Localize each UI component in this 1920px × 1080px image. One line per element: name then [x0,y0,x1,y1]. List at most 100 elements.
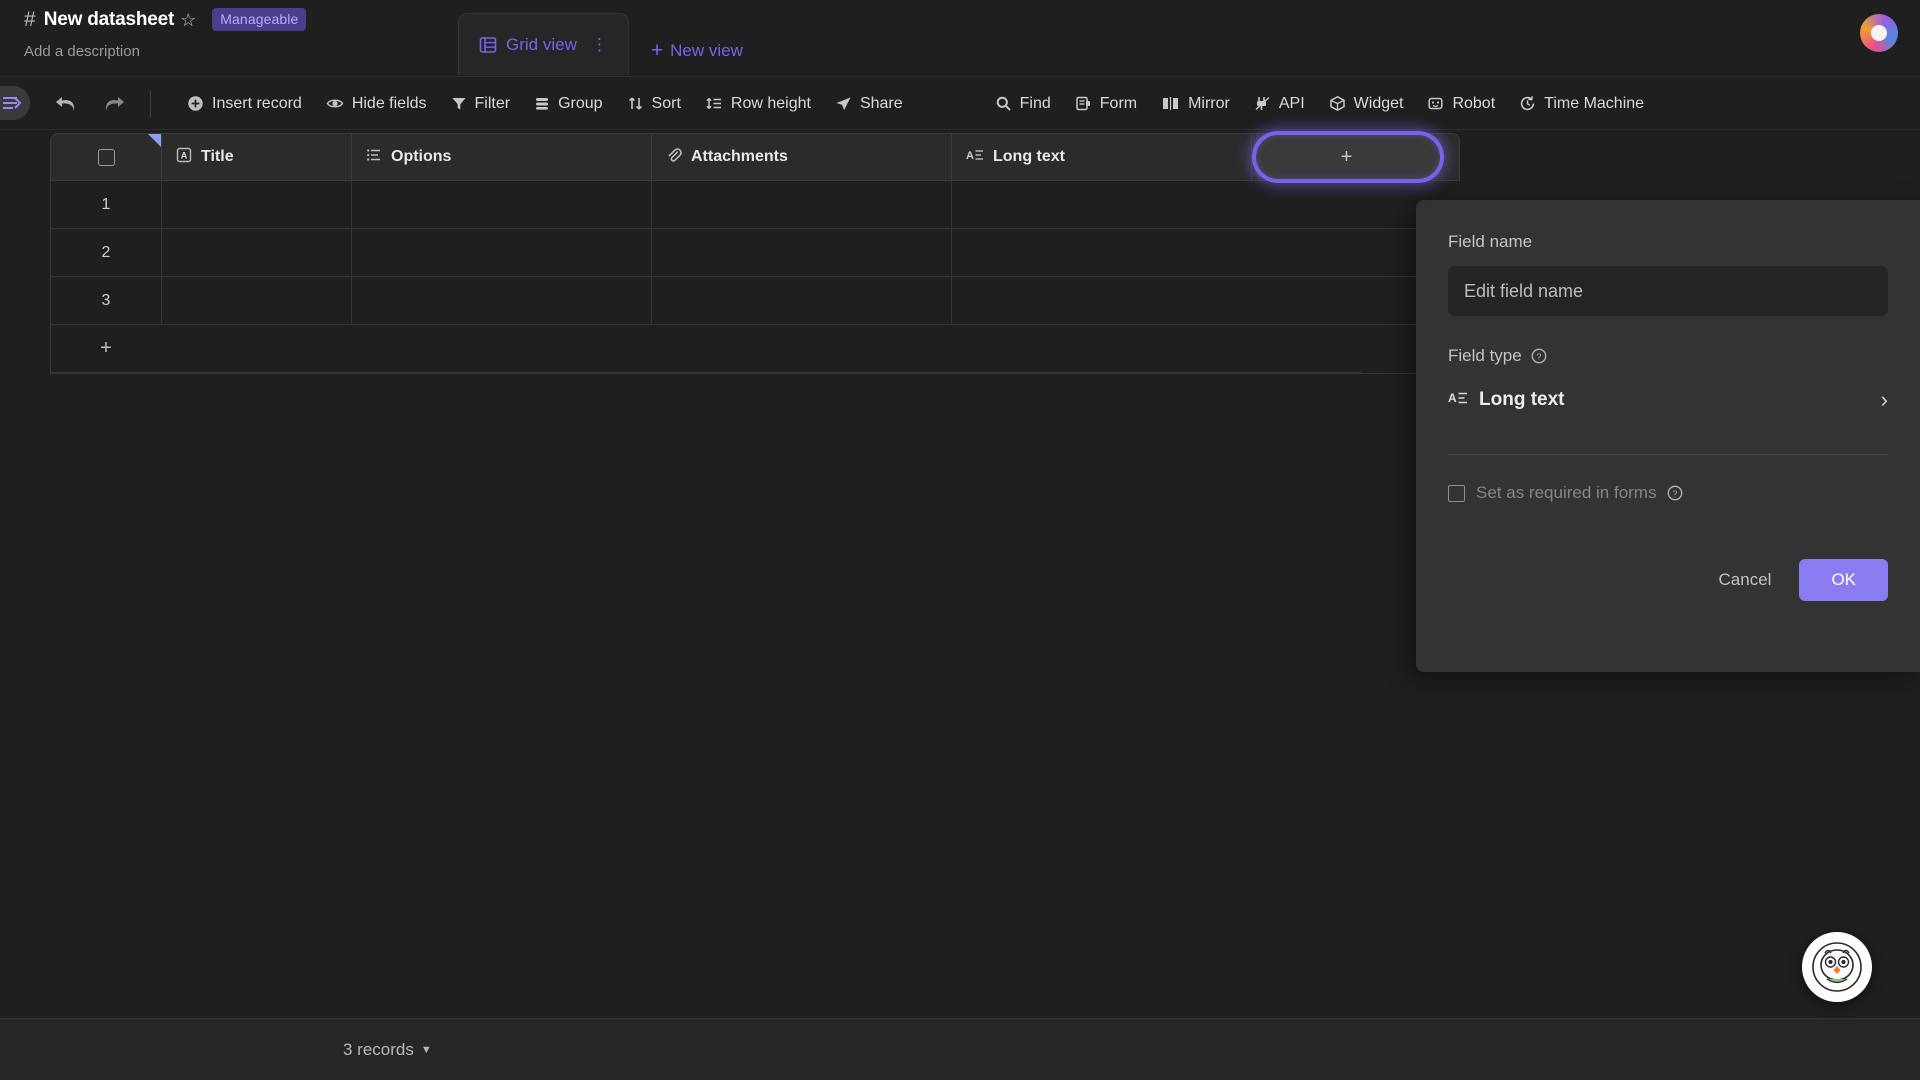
record-count[interactable]: 3 records ▼ [343,1040,432,1060]
ok-button[interactable]: OK [1799,559,1888,601]
avatar[interactable] [1860,14,1898,52]
plus-icon: + [650,39,664,62]
robot-button[interactable]: Robot [1415,90,1507,118]
search-icon [995,95,1012,112]
chevron-right-icon[interactable]: › [1881,389,1888,411]
cell-attachments[interactable] [651,181,951,228]
cell-options[interactable] [351,181,651,228]
group-button[interactable]: Group [522,90,614,118]
page-title[interactable]: New datasheet [44,9,175,31]
datasheet-title-row: # New datasheet ☆ Manageable [24,8,307,31]
column-header-options[interactable]: Options [351,134,651,180]
row-number: 2 [101,243,111,261]
eye-icon [326,95,344,112]
mirror-label: Mirror [1188,94,1230,112]
required-in-forms-row[interactable]: Set as required in forms ? [1448,483,1888,503]
cancel-button[interactable]: Cancel [1715,562,1776,598]
checkbox-icon[interactable] [97,148,115,166]
column-header-options-label: Options [391,148,452,165]
redo-icon[interactable] [102,93,124,115]
svg-text:A: A [1448,391,1457,405]
cell-long-text[interactable] [951,229,1251,276]
field-name-input[interactable] [1448,266,1888,316]
form-icon [1075,95,1092,112]
record-count-label: 3 records [343,1039,414,1059]
add-record-plus-icon[interactable]: + [51,337,161,360]
grid-view-icon [479,36,497,54]
api-plug-icon [1254,95,1271,112]
data-grid: A Title Options Attachments A Long text … [50,131,1460,374]
sort-icon [627,95,644,112]
star-icon[interactable]: ☆ [180,11,196,29]
checkbox-icon[interactable] [1448,484,1465,502]
share-label: Share [859,94,903,112]
grid-bottom-rule [50,373,1460,374]
help-icon[interactable]: ? [1667,485,1683,501]
help-icon[interactable]: ? [1531,348,1547,364]
filter-button[interactable]: Filter [439,90,523,118]
datasheet-description[interactable]: Add a description [24,43,140,60]
group-label: Group [558,94,603,112]
time-machine-label: Time Machine [1544,94,1645,112]
filter-label: Filter [474,94,511,112]
single-line-text-icon: A [176,147,192,168]
new-view-button[interactable]: + New view [651,40,743,61]
cell-attachments[interactable] [651,277,951,324]
robot-label: Robot [1452,94,1496,112]
find-button[interactable]: Find [983,90,1063,118]
find-label: Find [1019,94,1051,112]
view-tab-bar: Grid view ⋮ + New view [458,13,743,75]
cell-title[interactable] [161,277,351,324]
field-type-label-row: Field type ? [1448,346,1888,366]
table-row[interactable]: 1 [51,181,1460,229]
cell-long-text[interactable] [951,181,1251,228]
cell-title[interactable] [161,229,351,276]
sort-button[interactable]: Sort [615,90,693,118]
cell-attachments[interactable] [651,229,951,276]
form-button[interactable]: Form [1063,90,1149,118]
row-number: 3 [101,291,111,309]
svg-text:?: ? [1673,488,1678,498]
hide-fields-button[interactable]: Hide fields [314,90,439,118]
cell-long-text[interactable] [951,277,1251,324]
widget-cube-icon [1329,95,1346,112]
insert-record-label: Insert record [212,94,302,112]
svg-text:A: A [181,150,188,160]
sidebar-collapse-icon[interactable] [0,86,30,120]
hide-fields-label: Hide fields [351,94,427,112]
cell-options[interactable] [351,229,651,276]
mirror-button[interactable]: Mirror [1149,90,1242,118]
column-header-long-text-label: Long text [993,148,1065,165]
time-machine-button[interactable]: Time Machine [1507,90,1656,118]
api-button[interactable]: API [1242,90,1317,118]
add-record-row[interactable]: + [51,325,1361,373]
table-row[interactable]: 2 [51,229,1460,277]
share-button[interactable]: Share [823,90,915,118]
select-all-cell[interactable] [51,134,161,180]
view-more-icon[interactable]: ⋮ [591,36,608,53]
column-header-attachments-label: Attachments [691,148,788,165]
vika-mascot-icon[interactable] [1802,932,1872,1002]
column-header-attachments[interactable]: Attachments [651,134,951,180]
row-number: 1 [101,195,111,213]
undo-icon[interactable] [54,93,76,115]
column-header-title[interactable]: A Title [161,134,351,180]
robot-icon [1427,95,1444,112]
column-header-long-text[interactable]: A Long text [951,134,1251,180]
row-height-button[interactable]: Row height [693,90,823,118]
svg-text:A: A [966,150,974,162]
panel-actions: Cancel OK [1448,559,1888,601]
add-field-button[interactable]: + [1253,135,1440,179]
hash-icon: # [24,8,36,31]
caret-down-icon[interactable]: ▼ [421,1044,432,1056]
long-text-icon: A [1448,389,1468,412]
cell-title[interactable] [161,181,351,228]
tab-grid-view[interactable]: Grid view ⋮ [458,13,629,75]
group-icon [534,95,550,112]
widget-button[interactable]: Widget [1317,90,1416,118]
insert-record-button[interactable]: Insert record [175,90,314,118]
cell-options[interactable] [351,277,651,324]
field-type-selector[interactable]: A Long text › [1448,378,1888,422]
table-row[interactable]: 3 [51,277,1460,325]
plus-icon: + [1340,145,1353,168]
